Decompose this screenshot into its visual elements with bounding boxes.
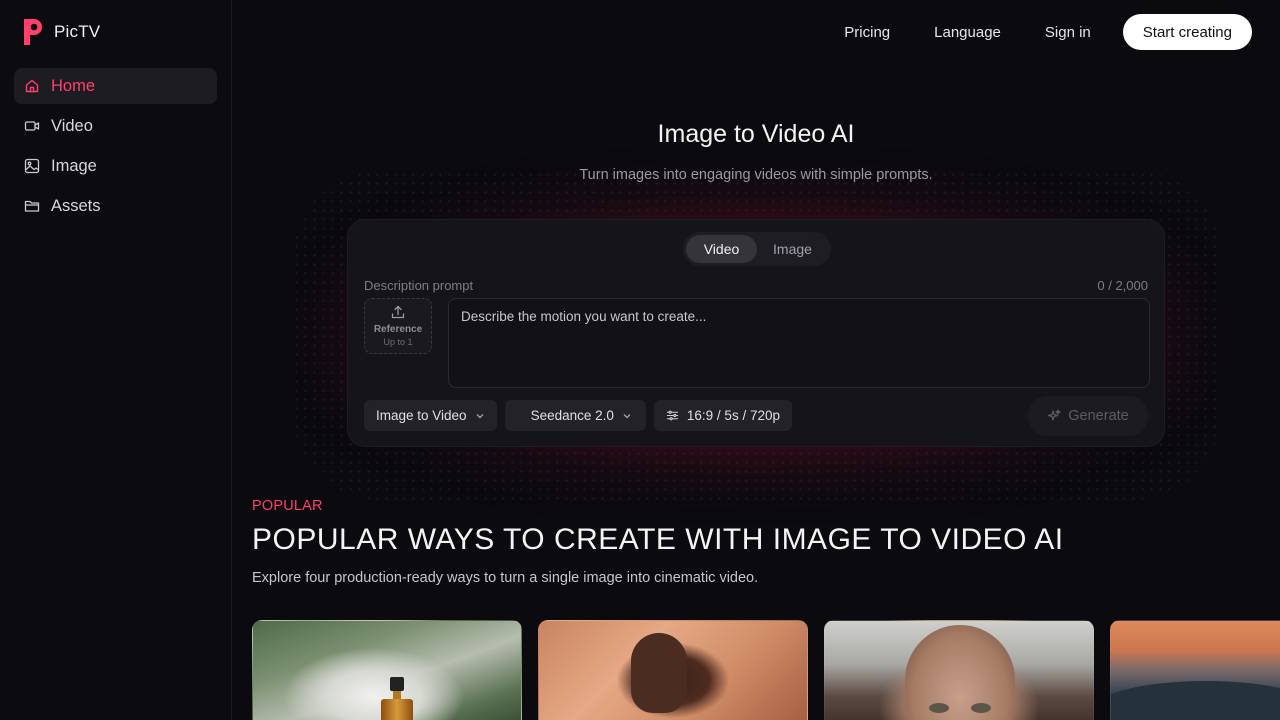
prompt-textarea[interactable]: Describe the motion you want to create..… [448, 298, 1150, 388]
video-settings-button[interactable]: 16:9 / 5s / 720p [653, 400, 792, 431]
start-creating-button[interactable]: Start creating [1122, 14, 1252, 50]
example-card-face[interactable] [824, 620, 1094, 720]
mode-dropdown[interactable]: Image to Video [364, 400, 497, 431]
section-subtitle: Explore four production-ready ways to tu… [252, 570, 759, 586]
mode-toggle: Video Image [683, 232, 831, 266]
pictv-logo-icon [24, 19, 42, 45]
example-card-portrait[interactable] [538, 620, 808, 720]
perfume-bottle-image [381, 677, 413, 720]
section-title: POPULAR WAYS TO CREATE WITH IMAGE TO VID… [252, 523, 1064, 556]
model-dropdown[interactable]: Seedance 2.0 [504, 400, 646, 431]
sidebar-item-video[interactable]: Video [14, 108, 217, 144]
tab-image[interactable]: Image [757, 235, 828, 263]
prompt-label: Description prompt [364, 278, 474, 293]
page-title: Image to Video AI [657, 120, 855, 148]
brand[interactable]: PicTV [14, 14, 217, 50]
mountain-landscape-image [1111, 681, 1280, 720]
brand-name: PicTV [54, 22, 101, 41]
model-dropdown-value: Seedance 2.0 [530, 408, 614, 423]
reference-upload-button[interactable]: Reference Up to 1 [364, 298, 432, 354]
generate-button[interactable]: Generate [1028, 396, 1148, 436]
image-icon [24, 158, 40, 174]
sidebar-item-label: Home [51, 76, 96, 95]
character-counter: 0 / 2,000 [1097, 278, 1148, 293]
nav-link-sign-in[interactable]: Sign in [1045, 24, 1091, 41]
mode-dropdown-value: Image to Video [376, 408, 467, 423]
sidebar-item-label: Video [51, 116, 93, 135]
generator-panel: Video Image Description prompt 0 / 2,000… [347, 219, 1165, 447]
section-kicker: POPULAR [252, 498, 323, 514]
sidebar-item-home[interactable]: Home [14, 68, 217, 104]
sparkles-icon [1048, 409, 1061, 421]
nav-link-pricing[interactable]: Pricing [844, 24, 890, 41]
chevron-down-icon [476, 413, 484, 418]
video-settings-value: 16:9 / 5s / 720p [686, 408, 780, 423]
generate-label: Generate [1068, 408, 1129, 424]
top-navigation: Pricing Language Sign in Start creating [232, 0, 1280, 64]
sidebar-item-label: Assets [51, 196, 101, 215]
reference-limit: Up to 1 [383, 337, 413, 347]
generation-controls: Image to Video Seedance 2.0 16:9 / 5s / … [364, 400, 792, 431]
sidebar-item-label: Image [51, 156, 97, 175]
sidebar-item-image[interactable]: Image [14, 148, 217, 184]
face-closeup-image [905, 625, 1015, 720]
home-icon [25, 79, 39, 93]
reference-label: Reference [373, 324, 423, 335]
upload-icon [391, 305, 405, 319]
example-card-landscape[interactable] [1110, 620, 1280, 720]
portrait-image [631, 633, 687, 713]
example-card-perfume[interactable] [252, 620, 522, 720]
main-content: Pricing Language Sign in Start creating … [232, 0, 1280, 720]
sidebar: PicTV Home Video Image Assets [0, 0, 232, 720]
video-camera-icon [24, 121, 40, 131]
sidebar-item-assets[interactable]: Assets [14, 188, 217, 224]
chevron-down-icon [623, 413, 631, 418]
page-subtitle: Turn images into engaging videos with si… [579, 167, 933, 183]
folder-icon [24, 200, 40, 212]
sliders-icon [666, 410, 679, 421]
nav-link-language[interactable]: Language [934, 24, 1001, 41]
tab-video[interactable]: Video [686, 235, 757, 263]
